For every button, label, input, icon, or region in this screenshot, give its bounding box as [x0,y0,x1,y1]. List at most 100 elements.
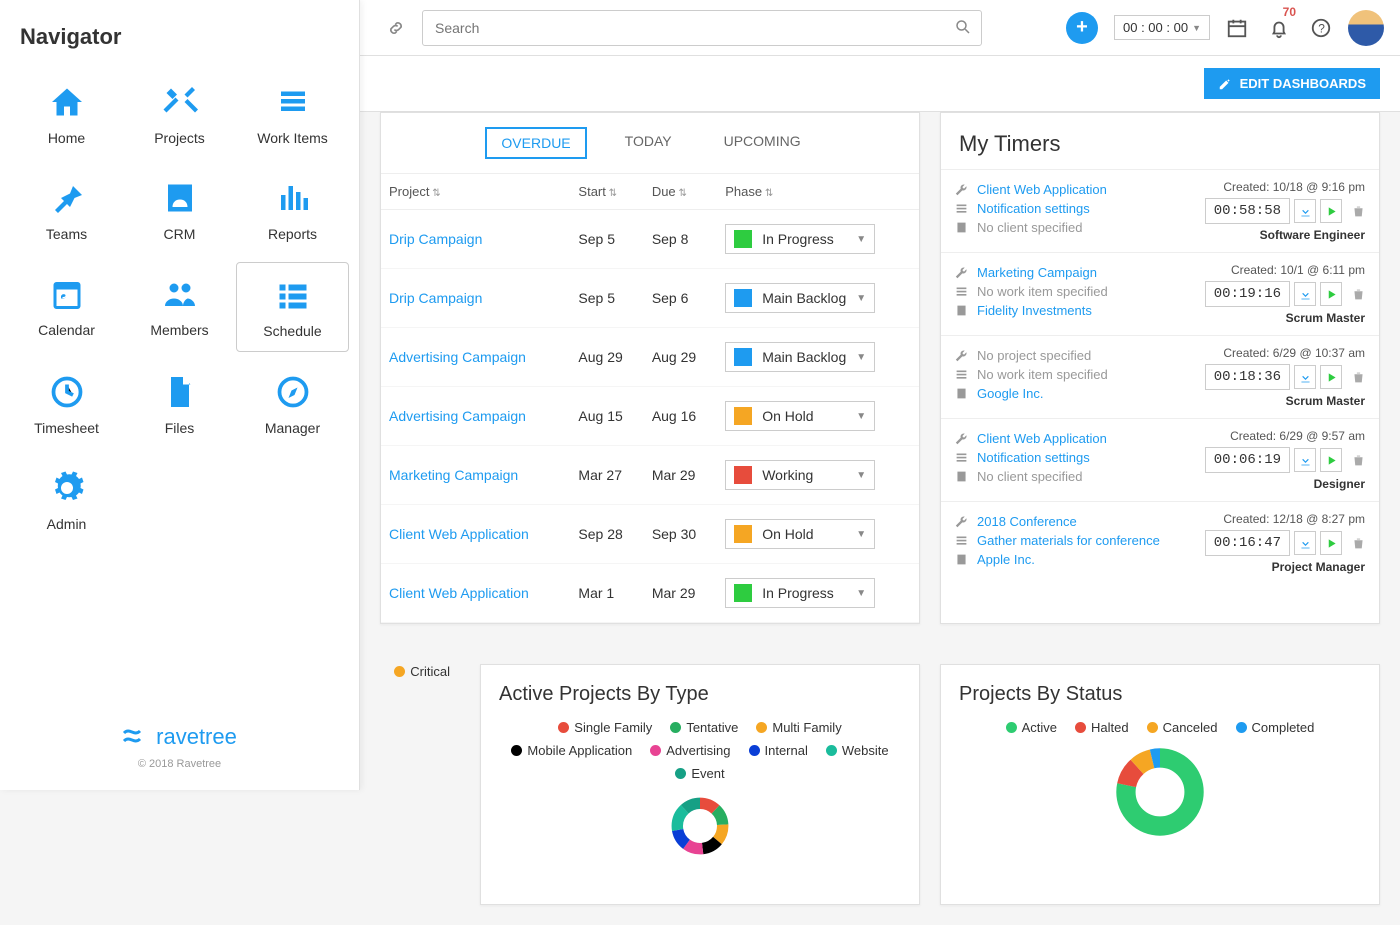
phase-select[interactable]: In Progress▼ [725,224,875,254]
play-icon[interactable] [1320,531,1342,555]
phase-select[interactable]: On Hold▼ [725,401,875,431]
table-row: Client Web Application Sep 28 Sep 30 On … [381,505,919,564]
play-icon[interactable] [1320,282,1342,306]
col-start[interactable]: Start [570,174,643,210]
navigator-sidebar: Navigator HomeProjectsWork ItemsTeamsCRM… [0,0,360,790]
project-link[interactable]: Advertising Campaign [381,328,570,387]
nav-item-projects[interactable]: Projects [123,70,236,158]
timer-project[interactable]: Client Web Application [955,180,1185,199]
project-link[interactable]: Advertising Campaign [381,387,570,446]
timer-workitem[interactable]: Gather materials for conference [955,531,1185,550]
legend-item: Completed [1236,720,1315,735]
download-icon[interactable] [1294,282,1316,306]
timer-project[interactable]: Client Web Application [955,429,1185,448]
timer-project[interactable]: 2018 Conference [955,512,1185,531]
projects-status-panel: Projects By Status ActiveHaltedCanceledC… [940,664,1380,905]
table-row: Advertising Campaign Aug 15 Aug 16 On Ho… [381,387,919,446]
nav-item-files[interactable]: Files [123,360,236,448]
play-icon[interactable] [1320,199,1342,223]
trash-icon[interactable] [1352,205,1365,218]
project-link[interactable]: Client Web Application [381,564,570,623]
add-button[interactable]: + [1066,12,1098,44]
trash-icon[interactable] [1352,537,1365,550]
timer-client[interactable]: Google Inc. [955,384,1185,403]
user-avatar[interactable] [1348,10,1384,46]
project-link[interactable]: Client Web Application [381,505,570,564]
nav-item-home[interactable]: Home [10,70,123,158]
trash-icon[interactable] [1352,288,1365,301]
timer-role: Scrum Master [1195,394,1365,408]
nav-item-crm[interactable]: CRM [123,166,236,254]
download-icon[interactable] [1294,448,1316,472]
tab-upcoming[interactable]: UPCOMING [710,127,815,159]
timer-workitem[interactable]: Notification settings [955,199,1185,218]
project-link[interactable]: Drip Campaign [381,210,570,269]
schedule-icon [273,275,313,315]
phase-select[interactable]: In Progress▼ [725,578,875,608]
calendar-icon[interactable] [1226,17,1248,39]
timer-row: 2018 Conference Gather materials for con… [941,501,1379,584]
legend-item: Single Family [558,720,652,735]
play-icon[interactable] [1320,365,1342,389]
edit-dashboards-button[interactable]: EDIT DASHBOARDS [1204,68,1380,99]
nav-item-admin[interactable]: Admin [10,456,123,544]
list-icon [955,285,969,298]
nav-item-timesheet[interactable]: Timesheet [10,360,123,448]
trash-icon[interactable] [1352,371,1365,384]
timer-client: No client specified [955,467,1185,486]
download-icon[interactable] [1294,199,1316,223]
timer-client[interactable]: Fidelity Investments [955,301,1185,320]
col-project[interactable]: Project [381,174,570,210]
table-row: Drip Campaign Sep 5 Sep 6 Main Backlog▼ [381,269,919,328]
list-icon [955,202,969,215]
nav-item-manager[interactable]: Manager [236,360,349,448]
timer-client[interactable]: Apple Inc. [955,550,1185,569]
download-icon[interactable] [1294,365,1316,389]
notifications-icon[interactable]: 70 [1268,17,1290,39]
project-link[interactable]: Drip Campaign [381,269,570,328]
search-icon[interactable] [954,18,972,36]
contact-icon [160,178,200,218]
help-icon[interactable] [1310,17,1332,39]
building-icon [955,221,969,234]
nav-item-schedule[interactable]: Schedule [236,262,349,352]
col-phase[interactable]: Phase [717,174,919,210]
phase-select[interactable]: Working▼ [725,460,875,490]
wrench-icon [955,266,969,279]
nav-item-members[interactable]: Members [123,262,236,352]
col-due[interactable]: Due [644,174,717,210]
bars-icon [273,178,313,218]
nav-item-reports[interactable]: Reports [236,166,349,254]
timer-workitem: No work item specified [955,282,1185,301]
nav-item-work-items[interactable]: Work Items [236,70,349,158]
phase-select[interactable]: On Hold▼ [725,519,875,549]
members-icon [160,274,200,314]
timer-elapsed: 00:06:19 [1205,447,1290,473]
nav-item-teams[interactable]: Teams [10,166,123,254]
table-row: Advertising Campaign Aug 29 Aug 29 Main … [381,328,919,387]
legend-item: Halted [1075,720,1129,735]
tab-today[interactable]: TODAY [611,127,686,159]
building-icon [955,304,969,317]
notifications-badge: 70 [1283,5,1296,19]
phase-select[interactable]: Main Backlog▼ [725,342,875,372]
timer-created: Created: 10/18 @ 9:16 pm [1195,180,1365,194]
play-icon[interactable] [1320,448,1342,472]
trash-icon[interactable] [1352,454,1365,467]
link-icon[interactable] [386,18,406,38]
clock-icon [47,372,87,412]
timer-elapsed: 00:19:16 [1205,281,1290,307]
timer-client: No client specified [955,218,1185,237]
search-input[interactable] [422,10,982,46]
download-icon[interactable] [1294,531,1316,555]
ravetree-logo: ravetree [20,724,339,750]
timer-project[interactable]: Marketing Campaign [955,263,1185,282]
timer-role: Designer [1195,477,1365,491]
project-link[interactable]: Marketing Campaign [381,446,570,505]
nav-item-calendar[interactable]: Calendar [10,262,123,352]
global-timer[interactable]: 00 : 00 : 00▼ [1114,15,1210,40]
timer-workitem[interactable]: Notification settings [955,448,1185,467]
active-projects-title: Active Projects By Type [499,683,901,706]
phase-select[interactable]: Main Backlog▼ [725,283,875,313]
tab-overdue[interactable]: OVERDUE [485,127,586,159]
